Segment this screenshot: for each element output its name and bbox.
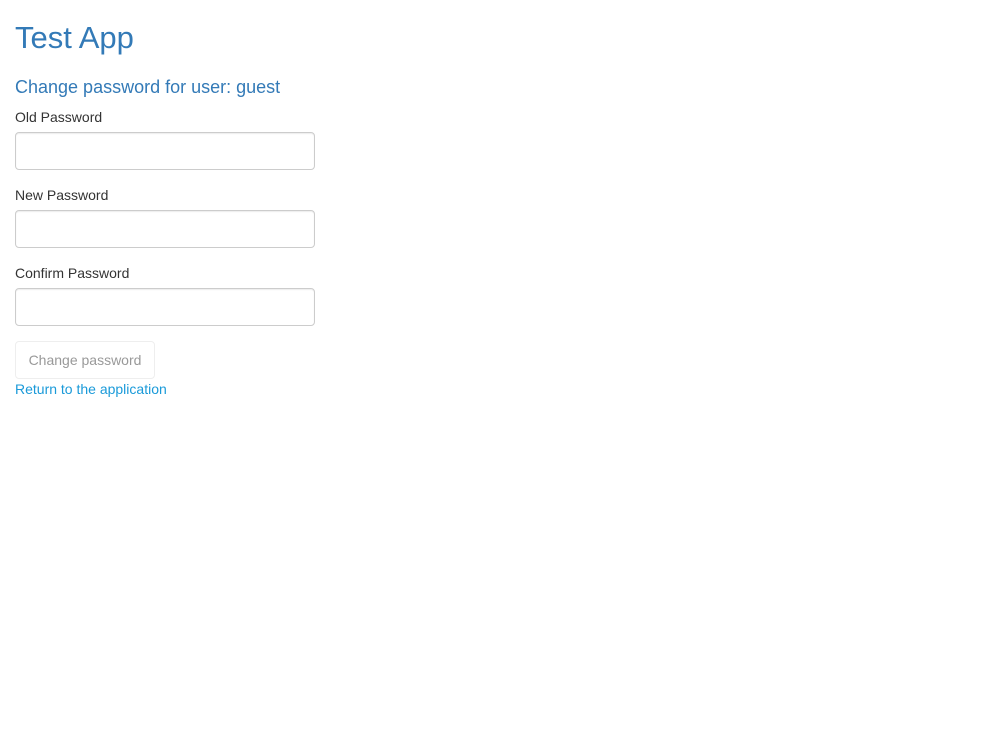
old-password-input[interactable] bbox=[15, 132, 315, 170]
confirm-password-label: Confirm Password bbox=[15, 265, 130, 281]
page-heading: Change password for user: guest bbox=[15, 77, 281, 97]
new-password-label: New Password bbox=[15, 187, 109, 203]
new-password-input[interactable] bbox=[15, 210, 315, 248]
return-to-application-link[interactable]: Return to the application bbox=[15, 381, 167, 398]
confirm-password-input[interactable] bbox=[15, 288, 315, 326]
old-password-label: Old Password bbox=[15, 109, 103, 125]
change-password-button[interactable]: Change password bbox=[15, 341, 155, 379]
app-title: Test App bbox=[15, 20, 134, 55]
